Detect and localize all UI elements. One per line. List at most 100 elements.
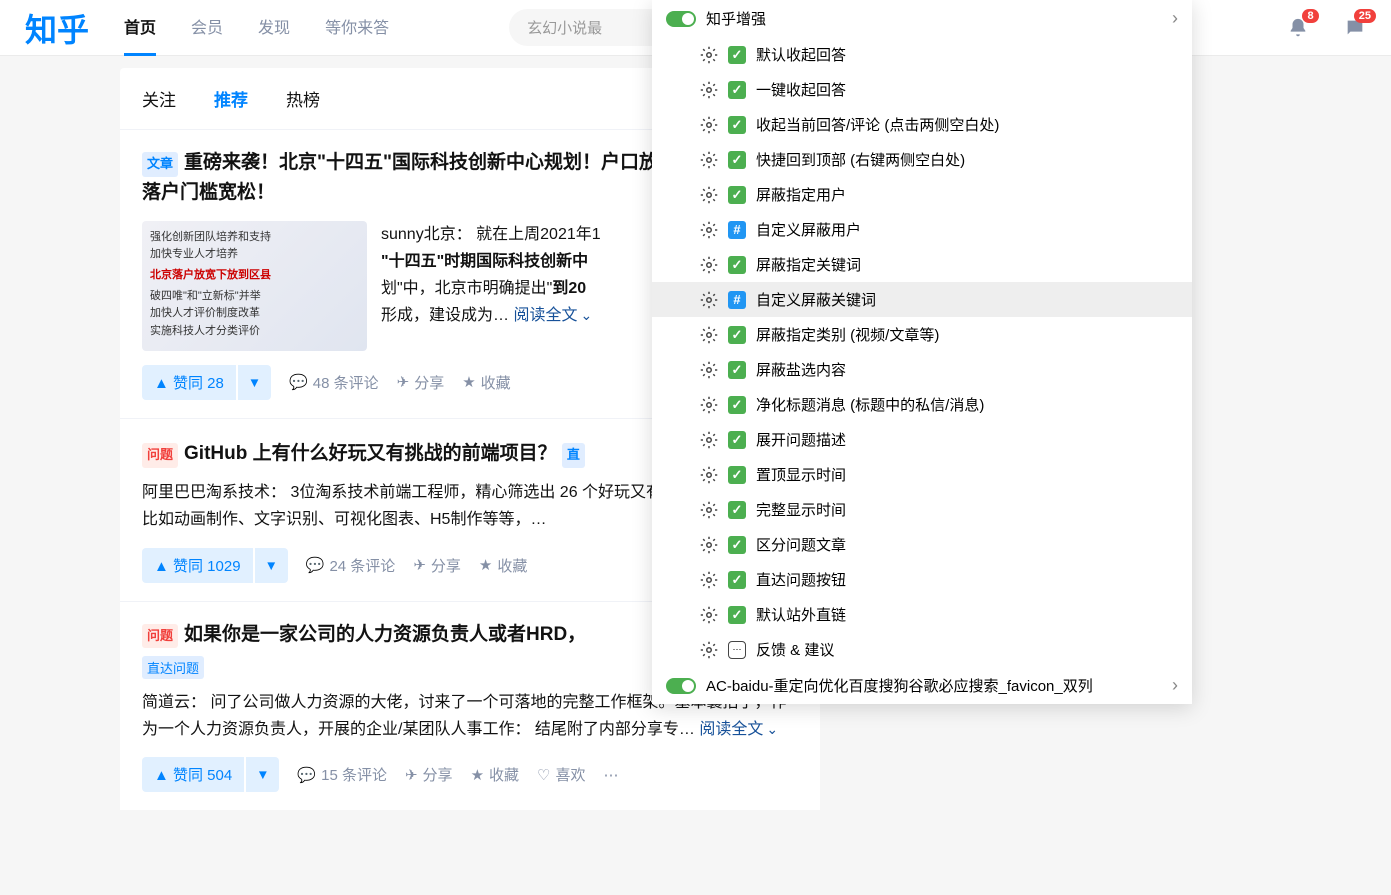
panel-option-label: 反馈 & 建议 [756, 639, 834, 660]
panel-option-label: 完整显示时间 [756, 499, 846, 520]
upvote-button[interactable]: ▲ 赞同 504 [142, 757, 244, 792]
more-icon[interactable]: ⋯ [604, 766, 619, 784]
main-nav: 首页 会员 发现 等你来答 [124, 0, 389, 56]
checkmark-icon: ✓ [728, 361, 746, 379]
panel-option-label: 快捷回到顶部 (右键两侧空白处) [756, 149, 965, 170]
panel-option[interactable]: ✓ 快捷回到顶部 (右键两侧空白处) [652, 142, 1192, 177]
chat-icon: ⋯ [728, 641, 746, 659]
upvote-button[interactable]: ▲ 赞同 28 [142, 365, 236, 400]
logo[interactable]: 知乎 [25, 5, 89, 51]
checkmark-icon: ✓ [728, 116, 746, 134]
checkmark-icon: ✓ [728, 151, 746, 169]
panel-option-label: 屏蔽指定关键词 [756, 254, 861, 275]
panel-option-label: 收起当前回答/评论 (点击两侧空白处) [756, 114, 999, 135]
excerpt: sunny北京： 就在上周2021年1 "十四五"时期国际科技创新中 划"中，北… [381, 221, 601, 351]
panel-option[interactable]: # 自定义屏蔽用户 [652, 212, 1192, 247]
messages-icon[interactable]: 25 [1344, 17, 1366, 39]
panel-option-label: 自定义屏蔽用户 [756, 219, 861, 240]
article-tag: 文章 [142, 152, 178, 177]
panel-option[interactable]: # 自定义屏蔽关键词 [652, 282, 1192, 317]
panel-option-label: 展开问题描述 [756, 429, 846, 450]
panel-option-label: 直达问题按钮 [756, 569, 846, 590]
share-link[interactable]: ✈ 分享 [405, 764, 453, 785]
checkmark-icon: ✓ [728, 326, 746, 344]
nav-discover[interactable]: 发现 [258, 0, 290, 56]
notifications-icon[interactable]: 8 [1287, 17, 1309, 39]
checkmark-icon: ✓ [728, 81, 746, 99]
comments-link[interactable]: 💬 48 条评论 [289, 372, 379, 393]
panel-title: 知乎增强 [706, 8, 766, 29]
nav-member[interactable]: 会员 [191, 0, 223, 56]
direct-tag[interactable]: 直 [562, 443, 585, 468]
share-link[interactable]: ✈ 分享 [397, 372, 445, 393]
panel-option-label: 区分问题文章 [756, 534, 846, 555]
panel-option-label: 置顶显示时间 [756, 464, 846, 485]
panel-option[interactable]: ✓ 默认站外直链 [652, 597, 1192, 632]
comments-link[interactable]: 💬 15 条评论 [297, 764, 387, 785]
downvote-button[interactable]: ▼ [238, 365, 271, 400]
chevron-right-icon: › [1172, 8, 1178, 29]
panel-option[interactable]: ✓ 直达问题按钮 [652, 562, 1192, 597]
panel-option[interactable]: ✓ 展开问题描述 [652, 422, 1192, 457]
panel-option-label: 屏蔽指定类别 (视频/文章等) [756, 324, 939, 345]
panel-option[interactable]: ✓净化标题消息 (标题中的私信/消息) [652, 387, 1192, 422]
checkmark-icon: ✓ [728, 571, 746, 589]
nav-answer[interactable]: 等你来答 [325, 0, 389, 56]
comments-link[interactable]: 💬 24 条评论 [306, 555, 396, 576]
checkmark-icon: ✓ [728, 431, 746, 449]
checkmark-icon: ✓ [728, 396, 746, 414]
panel-option[interactable]: ✓ 一键收起回答 [652, 72, 1192, 107]
direct-tag[interactable]: 直达问题 [142, 656, 204, 679]
question-tag: 问题 [142, 443, 178, 468]
panel-option[interactable]: ✓ 完整显示时间 [652, 492, 1192, 527]
like-link[interactable]: ♡ 喜欢 [537, 764, 585, 785]
favorite-link[interactable]: ★ 收藏 [471, 764, 519, 785]
panel-option[interactable]: ✓ 屏蔽指定关键词 [652, 247, 1192, 282]
message-badge: 25 [1354, 9, 1376, 23]
panel-option-label: 默认站外直链 [756, 604, 846, 625]
chevron-right-icon: › [1172, 675, 1178, 696]
panel-option[interactable]: ✓ 区分问题文章 [652, 527, 1192, 562]
share-link[interactable]: ✈ 分享 [413, 555, 461, 576]
hash-icon: # [728, 221, 746, 239]
panel-option[interactable]: ✓ 收起当前回答/评论 (点击两侧空白处) [652, 107, 1192, 142]
toggle-icon[interactable] [666, 678, 696, 694]
downvote-button[interactable]: ▼ [246, 757, 279, 792]
toggle-icon[interactable] [666, 11, 696, 27]
panel-option[interactable]: ✓ 默认收起回答 [652, 37, 1192, 72]
tab-recommend[interactable]: 推荐 [214, 68, 248, 129]
panel-footer-title: AC-baidu-重定向优化百度搜狗谷歌必应搜索_favicon_双列 [706, 675, 1093, 696]
panel-option-label: 屏蔽盐选内容 [756, 359, 846, 380]
thumbnail[interactable]: 强化创新团队培养和支持加快专业人才培养 北京落户放宽下放到区县 破四唯"和"立新… [142, 221, 367, 351]
panel-footer-script[interactable]: AC-baidu-重定向优化百度搜狗谷歌必应搜索_favicon_双列 › [652, 667, 1192, 704]
nav-home[interactable]: 首页 [124, 0, 156, 56]
checkmark-icon: ✓ [728, 606, 746, 624]
panel-option[interactable]: ✓ 屏蔽指定类别 (视频/文章等) [652, 317, 1192, 352]
checkmark-icon: ✓ [728, 46, 746, 64]
checkmark-icon: ✓ [728, 501, 746, 519]
downvote-button[interactable]: ▼ [255, 548, 288, 583]
panel-header-main[interactable]: 知乎增强 › [652, 0, 1192, 37]
checkmark-icon: ✓ [728, 536, 746, 554]
panel-option-label: 一键收起回答 [756, 79, 846, 100]
panel-option-label: 自定义屏蔽关键词 [756, 289, 876, 310]
panel-option-label: 默认收起回答 [756, 44, 846, 65]
question-tag: 问题 [142, 624, 178, 649]
checkmark-icon: ✓ [728, 256, 746, 274]
tab-follow[interactable]: 关注 [142, 68, 176, 129]
checkmark-icon: ✓ [728, 466, 746, 484]
notification-badge: 8 [1302, 9, 1319, 23]
read-more[interactable]: 阅读全文 [699, 721, 778, 738]
extension-panel: 知乎增强 › ✓ 默认收起回答 ✓ 一键收起回答 ✓ 收起当前回答/评论 (点击两侧空白处… [652, 0, 1192, 704]
panel-option[interactable]: ✓ 置顶显示时间 [652, 457, 1192, 492]
panel-option[interactable]: ⋯ 反馈 & 建议 [652, 632, 1192, 667]
read-more[interactable]: 阅读全文 [513, 307, 592, 324]
favorite-link[interactable]: ★ 收藏 [479, 555, 527, 576]
upvote-button[interactable]: ▲ 赞同 1029 [142, 548, 253, 583]
panel-option-label: 屏蔽指定用户 [756, 184, 846, 205]
panel-option[interactable]: ✓ 屏蔽盐选内容 [652, 352, 1192, 387]
hash-icon: # [728, 291, 746, 309]
panel-option[interactable]: ✓屏蔽指定用户 [652, 177, 1192, 212]
tab-hot[interactable]: 热榜 [286, 68, 320, 129]
favorite-link[interactable]: ★ 收藏 [462, 372, 510, 393]
